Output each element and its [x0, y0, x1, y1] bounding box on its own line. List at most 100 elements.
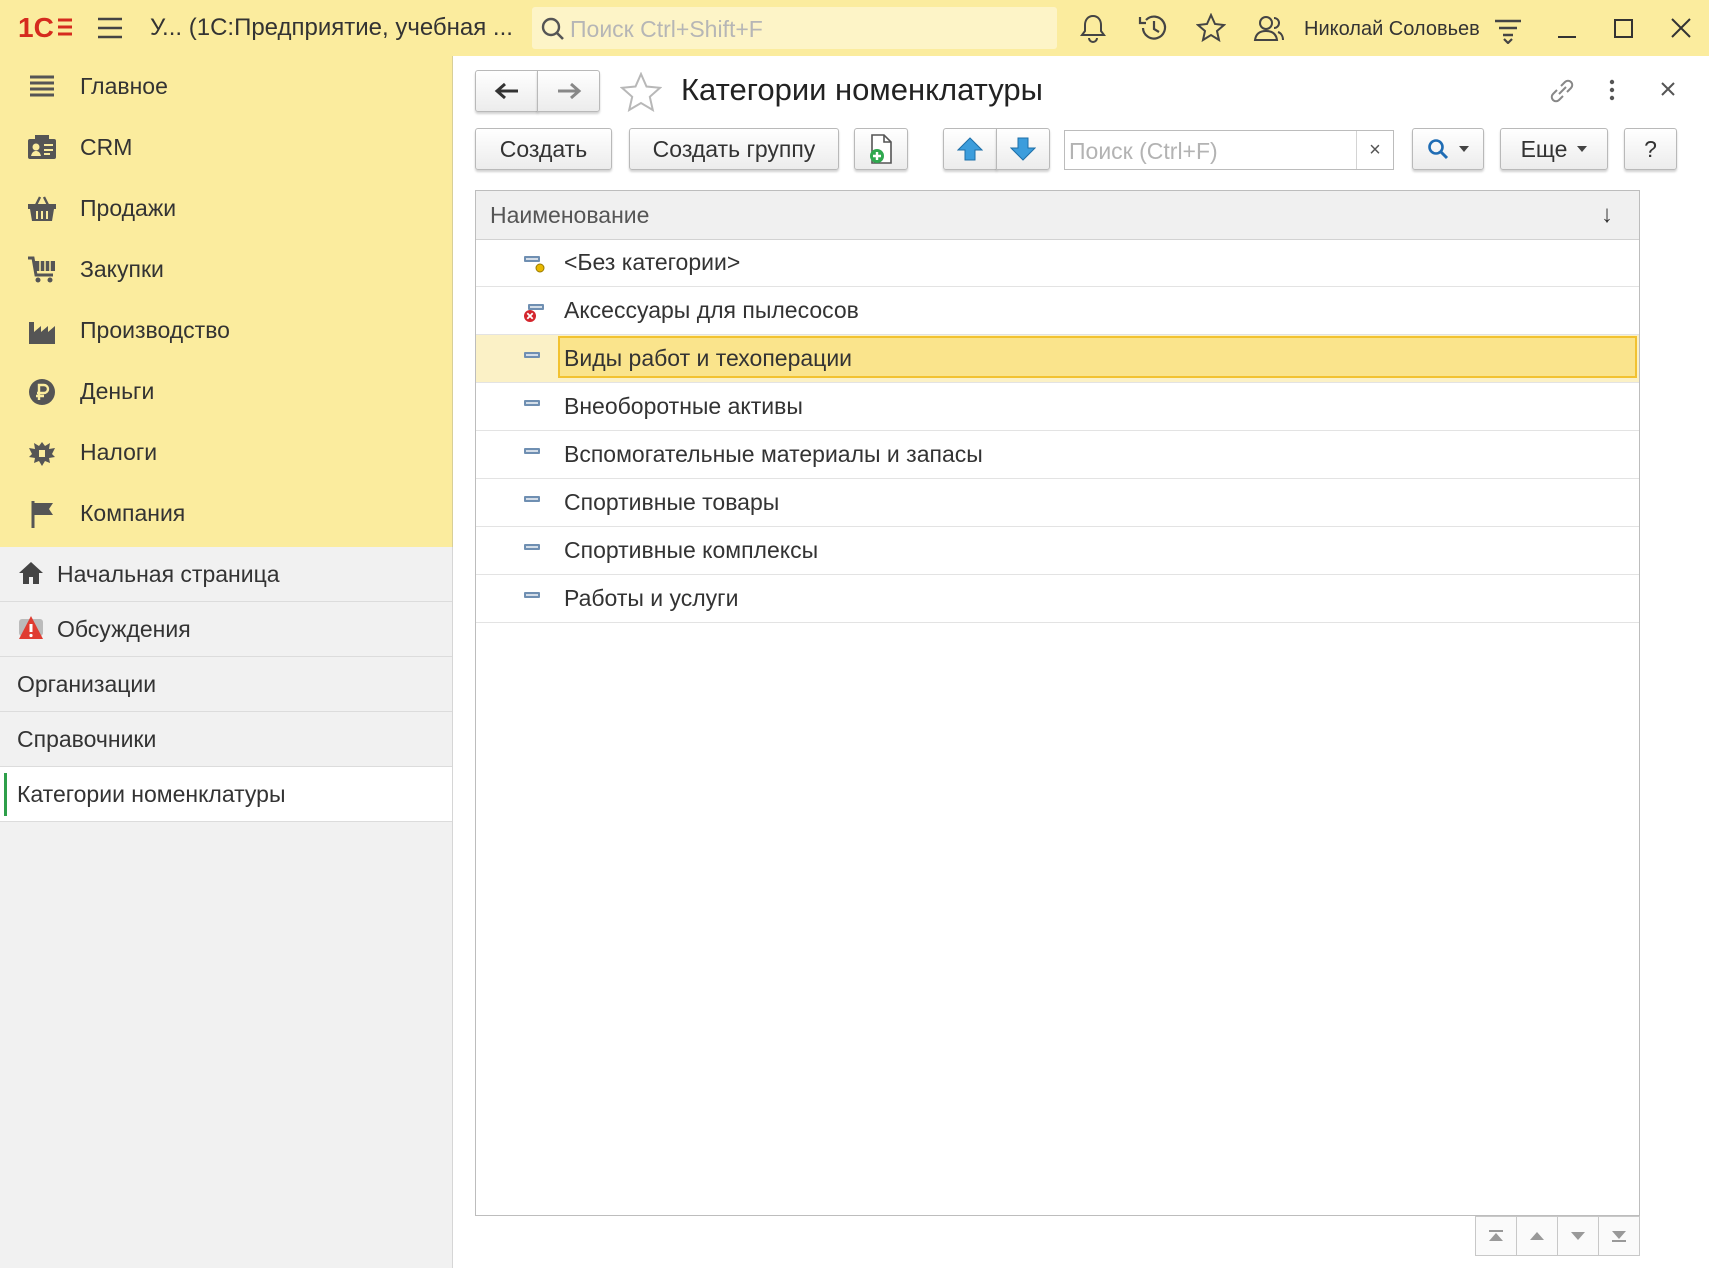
table-row[interactable]: Вспомогательные материалы и запасы	[476, 431, 1639, 479]
section-company[interactable]: Компания	[0, 483, 452, 544]
users-icon[interactable]	[1253, 13, 1285, 43]
minimize-icon[interactable]	[1555, 16, 1579, 40]
copy-add-icon	[870, 134, 892, 164]
discussions-alert-icon	[19, 616, 43, 639]
list-search-field[interactable]: ×	[1064, 130, 1394, 170]
table-row-selected[interactable]: Виды работ и техоперации	[476, 335, 1639, 383]
create-button[interactable]: Создать	[475, 128, 612, 170]
go-up-icon	[1530, 1232, 1544, 1240]
hamburger-menu-icon[interactable]	[96, 16, 124, 40]
table-row[interactable]: Внеоборотные активы	[476, 383, 1639, 431]
item-icon	[523, 589, 547, 616]
table-header[interactable]: Наименование ↓	[476, 191, 1639, 240]
nav-discussions[interactable]: Обсуждения	[0, 602, 452, 657]
menu-lines-icon	[30, 75, 54, 96]
favorite-star-icon[interactable]	[620, 72, 662, 112]
create-group-button[interactable]: Создать группу	[629, 128, 839, 170]
close-form-icon[interactable]	[1660, 81, 1676, 97]
nav-label: Справочники	[17, 726, 157, 752]
nav-organizations[interactable]: Организации	[0, 657, 452, 712]
nav-catalogs[interactable]: Справочники	[0, 712, 452, 767]
move-up-button[interactable]	[943, 128, 997, 170]
cart-icon	[28, 256, 55, 282]
link-icon[interactable]	[1547, 76, 1577, 106]
forward-button[interactable]	[537, 70, 600, 112]
row-name: Работы и услуги	[564, 585, 739, 611]
window-title: У... (1С:Предприятие, учебная ...	[150, 14, 513, 41]
sort-indicator[interactable]: ↓	[1601, 201, 1613, 229]
more-actions-icon[interactable]	[1608, 78, 1616, 102]
table-row[interactable]: Спортивные комплексы	[476, 527, 1639, 575]
contact-card-icon	[28, 134, 56, 159]
section-sales[interactable]: Продажи	[0, 178, 452, 239]
section-money[interactable]: Деньги	[0, 361, 452, 422]
nav-label: Категории номенклатуры	[17, 781, 286, 807]
row-name: Вспомогательные материалы и запасы	[564, 441, 983, 467]
chevron-down-icon	[1459, 146, 1469, 152]
nav-label: Обсуждения	[57, 616, 191, 642]
basket-icon	[28, 195, 56, 221]
navigation-panel: Начальная страница Обсуждения Организаци…	[0, 547, 453, 1268]
copy-button[interactable]	[854, 128, 908, 170]
section-label: CRM	[80, 134, 133, 160]
1c-logo-icon[interactable]: 1С	[18, 12, 74, 42]
nav-label: Организации	[17, 671, 157, 697]
section-production[interactable]: Производство	[0, 300, 452, 361]
list-navigation	[1475, 1216, 1640, 1256]
move-down-button[interactable]	[996, 128, 1050, 170]
row-name: Аксессуары для пылесосов	[564, 297, 859, 323]
go-last-icon	[1612, 1231, 1626, 1242]
history-icon[interactable]	[1137, 13, 1169, 43]
global-search-input[interactable]	[568, 11, 1042, 47]
row-name: <Без категории>	[564, 249, 741, 275]
section-crm[interactable]: CRM	[0, 117, 452, 178]
search-icon	[1428, 139, 1449, 160]
arrow-down-icon	[1010, 137, 1036, 161]
next-page-button[interactable]	[1557, 1216, 1599, 1256]
form-title: Категории номенклатуры	[681, 72, 1043, 107]
form-area: Категории номенклатуры Создать Создать г…	[453, 56, 1709, 1268]
last-page-button[interactable]	[1598, 1216, 1640, 1256]
bell-icon[interactable]	[1078, 13, 1108, 43]
global-search[interactable]	[532, 7, 1057, 49]
section-taxes[interactable]: Налоги	[0, 422, 452, 483]
back-button[interactable]	[475, 70, 538, 112]
sections-panel: Главное CRM Продажи Закупки Производство…	[0, 56, 453, 547]
clear-search-button[interactable]: ×	[1356, 131, 1393, 169]
table-row[interactable]: Спортивные товары	[476, 479, 1639, 527]
help-button[interactable]: ?	[1624, 128, 1677, 170]
item-icon	[523, 541, 547, 568]
categories-table[interactable]: Наименование ↓ <Без категории> Аксессуары…	[475, 190, 1640, 1216]
functions-menu-icon[interactable]	[1493, 18, 1523, 44]
current-user-name[interactable]: Николай Соловьев	[1304, 18, 1480, 41]
maximize-icon[interactable]	[1612, 16, 1636, 40]
nav-current-form[interactable]: Категории номенклатуры	[0, 767, 452, 822]
previous-page-button[interactable]	[1516, 1216, 1558, 1256]
table-row[interactable]: Работы и услуги	[476, 575, 1639, 623]
more-button[interactable]: Еще	[1500, 128, 1608, 170]
row-name: Спортивные комплексы	[564, 537, 819, 563]
section-label: Продажи	[80, 195, 177, 221]
section-label: Компания	[80, 500, 186, 526]
first-page-button[interactable]	[1475, 1216, 1517, 1256]
section-label: Производство	[80, 317, 230, 343]
list-search-input[interactable]	[1067, 134, 1351, 168]
table-row[interactable]: <Без категории>	[476, 239, 1639, 287]
nav-home[interactable]: Начальная страница	[0, 547, 452, 602]
arrow-up-icon	[957, 137, 983, 161]
close-window-icon[interactable]	[1669, 16, 1693, 40]
section-label: Деньги	[80, 378, 155, 404]
section-purchases[interactable]: Закупки	[0, 239, 452, 300]
table-row[interactable]: Аксессуары для пылесосов	[476, 287, 1639, 335]
section-main[interactable]: Главное	[0, 56, 452, 117]
eagle-emblem-icon	[29, 441, 55, 466]
more-label: Еще	[1520, 135, 1568, 162]
column-name-header[interactable]: Наименование	[490, 202, 649, 229]
section-label: Налоги	[80, 439, 158, 465]
item-deleted-icon	[523, 301, 547, 328]
item-icon	[523, 349, 547, 376]
arrow-right-icon	[557, 82, 581, 100]
favorites-star-icon[interactable]	[1196, 13, 1226, 43]
row-name: Виды работ и техоперации	[564, 345, 853, 371]
search-options-button[interactable]	[1412, 128, 1484, 170]
